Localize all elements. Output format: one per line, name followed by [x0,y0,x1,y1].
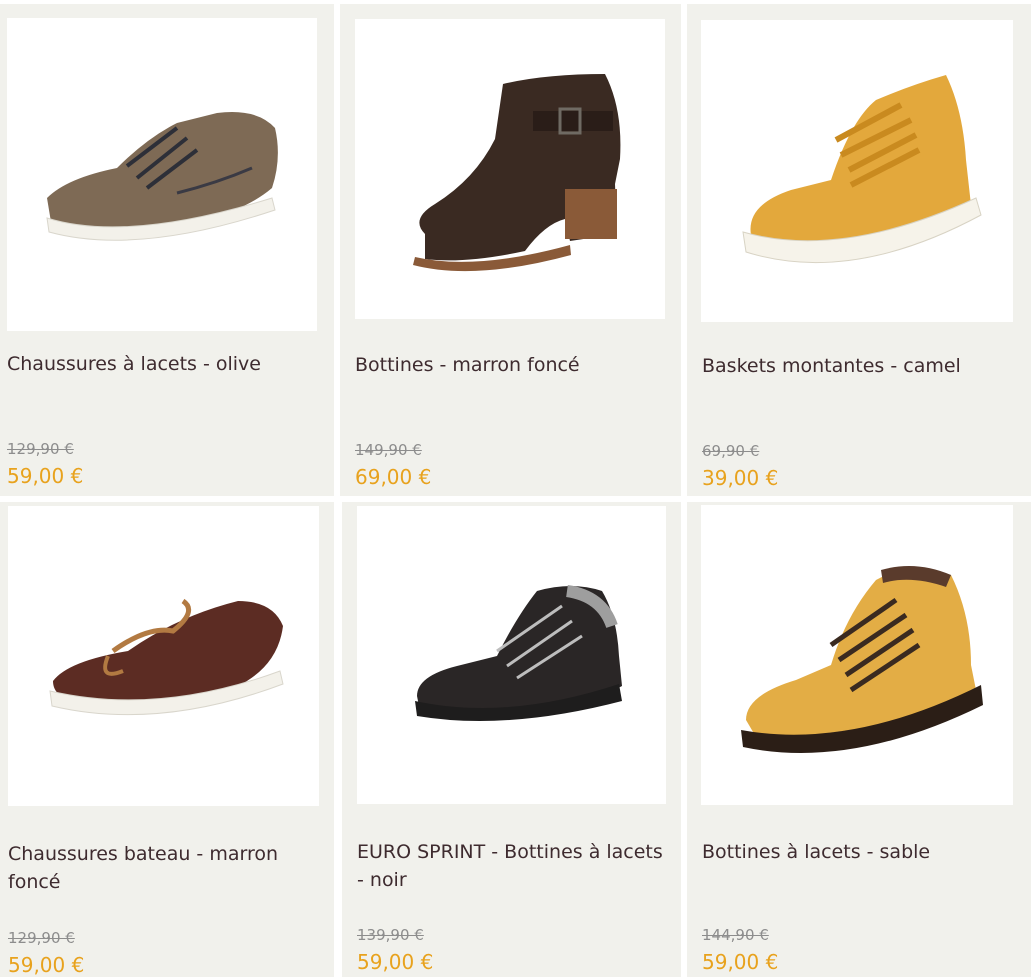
product-card[interactable]: Bottines à lacets - sable 144,90 € 59,00… [687,502,1031,977]
product-info: Bottines - marron foncé 149,90 € 69,00 € [355,340,681,496]
old-price: 69,90 € [702,442,760,460]
sand-lace-up-boot-icon [741,566,983,754]
product-image[interactable] [355,19,665,319]
sale-price: 59,00 € [8,953,85,977]
product-info: Chaussures à lacets - olive 129,90 € 59,… [7,340,334,496]
product-info: Bottines à lacets - sable 144,90 € 59,00… [702,822,1031,977]
sale-price: 69,00 € [355,465,432,489]
product-image[interactable] [8,506,319,806]
sale-price: 59,00 € [7,464,84,488]
product-image[interactable] [357,506,666,804]
product-name[interactable]: Baskets montantes - camel [702,352,1013,380]
product-name[interactable]: Chaussures à lacets - olive [7,350,316,378]
product-info: Baskets montantes - camel 69,90 € 39,00 … [702,340,1031,496]
product-card[interactable]: Chaussures bateau - marron foncé 129,90 … [0,502,334,977]
product-card[interactable]: EURO SPRINT - Bottines à lacets - noir 1… [342,502,681,977]
product-image[interactable] [7,18,317,331]
sale-price: 59,00 € [357,950,434,974]
product-name[interactable]: Chaussures bateau - marron foncé [8,840,316,896]
product-info: EURO SPRINT - Bottines à lacets - noir 1… [357,822,681,977]
old-price: 149,90 € [355,441,422,459]
camel-high-top-sneaker-icon [742,75,982,264]
old-price: 129,90 € [7,440,74,458]
product-image[interactable] [701,20,1013,322]
olive-chukka-shoe-icon [46,112,278,241]
product-image[interactable] [701,505,1013,805]
product-card[interactable]: Baskets montantes - camel 69,90 € 39,00 … [687,4,1031,496]
sale-price: 59,00 € [702,950,779,974]
old-price: 144,90 € [702,926,769,944]
old-price: 129,90 € [8,929,75,947]
product-name[interactable]: Bottines à lacets - sable [702,838,1013,866]
black-hiking-boot-icon [415,585,622,721]
product-grid: Chaussures à lacets - olive 129,90 € 59,… [0,0,1031,977]
product-name[interactable]: EURO SPRINT - Bottines à lacets - noir [357,838,663,894]
product-card[interactable]: Chaussures à lacets - olive 129,90 € 59,… [0,4,334,496]
dark-brown-ankle-boot-icon [413,74,621,272]
product-name[interactable]: Bottines - marron foncé [355,351,663,379]
sale-price: 39,00 € [702,466,779,490]
product-info: Chaussures bateau - marron foncé 129,90 … [8,824,334,977]
product-card[interactable]: Bottines - marron foncé 149,90 € 69,00 € [340,4,681,496]
old-price: 139,90 € [357,926,424,944]
brown-boat-shoe-icon [49,598,284,716]
